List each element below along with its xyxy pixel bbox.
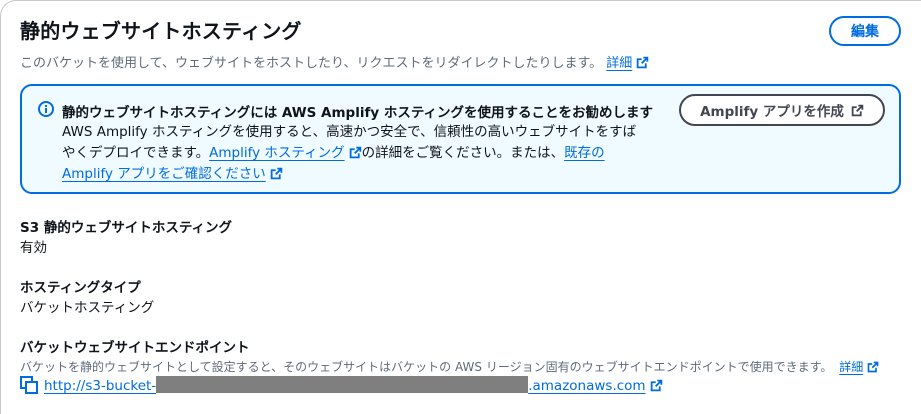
endpoint-description: バケットを静的ウェブサイトとして設定すると、そのウェブサイトはバケットの AWS… — [20, 358, 879, 375]
hosting-type-value: バケットホスティング — [20, 300, 155, 316]
external-link-icon — [650, 379, 662, 392]
external-link-icon — [637, 56, 649, 69]
existing-apps-link-part1[interactable]: 既存の — [564, 145, 605, 161]
external-link-icon — [349, 146, 361, 159]
learn-more-link[interactable]: 詳細 — [606, 56, 649, 71]
endpoint-url-row: http://s3-bucket- .amazonaws.com — [20, 375, 663, 395]
external-link-icon — [270, 167, 283, 180]
alert-title: 静的ウェブサイトホスティングには AWS Amplify ホスティングを使用する… — [62, 105, 654, 121]
endpoint-learn-more-link[interactable]: 詳細 — [839, 360, 879, 374]
external-link-icon — [851, 104, 864, 116]
section-title: 静的ウェブサイトホスティング — [20, 19, 302, 43]
endpoint-url-link[interactable]: http://s3-bucket- .amazonaws.com — [44, 376, 663, 394]
edit-button[interactable]: 編集 — [829, 16, 901, 46]
external-link-icon — [867, 361, 879, 373]
alert-body-line1: AWS Amplify ホスティングを使用すると、高速かつ安全で、信頼性の高いウ… — [62, 124, 637, 140]
hosting-type-label: ホスティングタイプ — [20, 280, 141, 296]
alert-body: AWS Amplify ホスティングを使用すると、高速かつ安全で、信頼性の高いウ… — [62, 122, 662, 185]
alert-body-line2: やくデプロイできます。Amplify ホスティング の詳細をご覧ください。または、… — [62, 145, 605, 161]
amplify-hosting-link[interactable]: Amplify ホスティング — [209, 145, 361, 161]
alert-body-line3: Amplify アプリをご確認ください — [62, 164, 662, 185]
hosting-status-value: 有効 — [20, 240, 47, 256]
hosting-status-label: S3 静的ウェブサイトホスティング — [20, 220, 233, 236]
section-description: このバケットを使用して、ウェブサイトをホストしたり、リクエストをリダイレクトした… — [20, 52, 649, 71]
static-website-hosting-panel: 静的ウェブサイトホスティング 編集 このバケットを使用して、ウェブサイトをホスト… — [0, 0, 921, 414]
info-icon — [38, 101, 54, 117]
create-amplify-app-button[interactable]: Amplify アプリを作成 — [679, 94, 885, 126]
endpoint-label: バケットウェブサイトエンドポイント — [20, 340, 250, 356]
amplify-recommendation-alert: 静的ウェブサイトホスティングには AWS Amplify ホスティングを使用する… — [20, 84, 901, 194]
section-description-text: このバケットを使用して、ウェブサイトをホストしたり、リクエストをリダイレクトした… — [20, 56, 603, 71]
copy-icon[interactable] — [20, 376, 38, 394]
existing-apps-link[interactable]: Amplify アプリをご確認ください — [62, 166, 283, 182]
redacted-block — [156, 376, 529, 393]
